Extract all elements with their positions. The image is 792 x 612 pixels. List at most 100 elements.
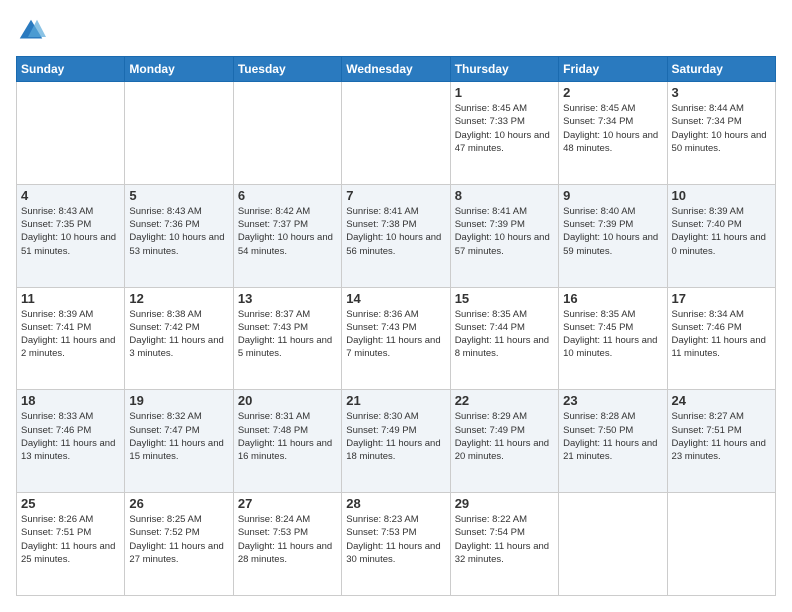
day-number: 2	[563, 85, 662, 100]
weekday-header-friday: Friday	[559, 57, 667, 82]
day-number: 20	[238, 393, 337, 408]
day-info: Sunrise: 8:25 AMSunset: 7:52 PMDaylight:…	[129, 513, 228, 566]
day-number: 15	[455, 291, 554, 306]
day-info: Sunrise: 8:39 AMSunset: 7:40 PMDaylight:…	[672, 205, 771, 258]
day-number: 28	[346, 496, 445, 511]
calendar-table: SundayMondayTuesdayWednesdayThursdayFrid…	[16, 56, 776, 596]
day-number: 27	[238, 496, 337, 511]
day-info: Sunrise: 8:31 AMSunset: 7:48 PMDaylight:…	[238, 410, 337, 463]
day-info: Sunrise: 8:37 AMSunset: 7:43 PMDaylight:…	[238, 308, 337, 361]
day-number: 12	[129, 291, 228, 306]
calendar-cell: 8 Sunrise: 8:41 AMSunset: 7:39 PMDaylight…	[450, 184, 558, 287]
day-info: Sunrise: 8:44 AMSunset: 7:34 PMDaylight:…	[672, 102, 771, 155]
day-number: 29	[455, 496, 554, 511]
day-number: 11	[21, 291, 120, 306]
calendar-cell: 7 Sunrise: 8:41 AMSunset: 7:38 PMDaylight…	[342, 184, 450, 287]
day-number: 14	[346, 291, 445, 306]
day-info: Sunrise: 8:41 AMSunset: 7:39 PMDaylight:…	[455, 205, 554, 258]
calendar-cell: 17Sunrise: 8:34 AMSunset: 7:46 PMDayligh…	[667, 287, 775, 390]
day-info: Sunrise: 8:42 AMSunset: 7:37 PMDaylight:…	[238, 205, 337, 258]
logo	[16, 16, 50, 46]
calendar-cell: 14 Sunrise: 8:36 AMSunset: 7:43 PMDayligh…	[342, 287, 450, 390]
calendar-cell: 16 Sunrise: 8:35 AMSunset: 7:45 PMDayligh…	[559, 287, 667, 390]
calendar-cell: 18Sunrise: 8:33 AMSunset: 7:46 PMDayligh…	[17, 390, 125, 493]
calendar-cell: 21 Sunrise: 8:30 AMSunset: 7:49 PMDayligh…	[342, 390, 450, 493]
calendar-cell	[667, 493, 775, 596]
weekday-header-tuesday: Tuesday	[233, 57, 341, 82]
day-info: Sunrise: 8:27 AMSunset: 7:51 PMDaylight:…	[672, 410, 771, 463]
calendar-cell: 20 Sunrise: 8:31 AMSunset: 7:48 PMDayligh…	[233, 390, 341, 493]
day-info: Sunrise: 8:43 AMSunset: 7:36 PMDaylight:…	[129, 205, 228, 258]
calendar-cell	[342, 82, 450, 185]
day-number: 25	[21, 496, 120, 511]
calendar-week-1: 1Sunrise: 8:45 AMSunset: 7:33 PMDaylight…	[17, 82, 776, 185]
calendar-week-3: 11 Sunrise: 8:39 AMSunset: 7:41 PMDayligh…	[17, 287, 776, 390]
day-number: 23	[563, 393, 662, 408]
calendar-cell: 24Sunrise: 8:27 AMSunset: 7:51 PMDayligh…	[667, 390, 775, 493]
header	[16, 16, 776, 46]
calendar-cell: 4Sunrise: 8:43 AMSunset: 7:35 PMDaylight…	[17, 184, 125, 287]
day-number: 22	[455, 393, 554, 408]
day-info: Sunrise: 8:29 AMSunset: 7:49 PMDaylight:…	[455, 410, 554, 463]
day-info: Sunrise: 8:39 AMSunset: 7:41 PMDaylight:…	[21, 308, 120, 361]
calendar-cell: 12 Sunrise: 8:38 AMSunset: 7:42 PMDayligh…	[125, 287, 233, 390]
logo-icon	[16, 16, 46, 46]
day-info: Sunrise: 8:41 AMSunset: 7:38 PMDaylight:…	[346, 205, 445, 258]
weekday-header-row: SundayMondayTuesdayWednesdayThursdayFrid…	[17, 57, 776, 82]
weekday-header-thursday: Thursday	[450, 57, 558, 82]
calendar-cell: 10 Sunrise: 8:39 AMSunset: 7:40 PMDayligh…	[667, 184, 775, 287]
day-info: Sunrise: 8:30 AMSunset: 7:49 PMDaylight:…	[346, 410, 445, 463]
day-number: 21	[346, 393, 445, 408]
calendar-week-2: 4Sunrise: 8:43 AMSunset: 7:35 PMDaylight…	[17, 184, 776, 287]
weekday-header-wednesday: Wednesday	[342, 57, 450, 82]
day-number: 9	[563, 188, 662, 203]
day-number: 3	[672, 85, 771, 100]
calendar-cell: 9 Sunrise: 8:40 AMSunset: 7:39 PMDaylight…	[559, 184, 667, 287]
day-info: Sunrise: 8:23 AMSunset: 7:53 PMDaylight:…	[346, 513, 445, 566]
day-info: Sunrise: 8:38 AMSunset: 7:42 PMDaylight:…	[129, 308, 228, 361]
day-info: Sunrise: 8:35 AMSunset: 7:45 PMDaylight:…	[563, 308, 662, 361]
day-info: Sunrise: 8:45 AMSunset: 7:34 PMDaylight:…	[563, 102, 662, 155]
day-info: Sunrise: 8:22 AMSunset: 7:54 PMDaylight:…	[455, 513, 554, 566]
calendar-cell	[233, 82, 341, 185]
calendar-week-4: 18Sunrise: 8:33 AMSunset: 7:46 PMDayligh…	[17, 390, 776, 493]
day-number: 7	[346, 188, 445, 203]
day-number: 4	[21, 188, 120, 203]
day-info: Sunrise: 8:34 AMSunset: 7:46 PMDaylight:…	[672, 308, 771, 361]
weekday-header-monday: Monday	[125, 57, 233, 82]
calendar-cell: 1Sunrise: 8:45 AMSunset: 7:33 PMDaylight…	[450, 82, 558, 185]
day-number: 5	[129, 188, 228, 203]
calendar-week-5: 25 Sunrise: 8:26 AMSunset: 7:51 PMDayligh…	[17, 493, 776, 596]
day-number: 18	[21, 393, 120, 408]
day-number: 10	[672, 188, 771, 203]
day-number: 13	[238, 291, 337, 306]
calendar-cell: 19 Sunrise: 8:32 AMSunset: 7:47 PMDayligh…	[125, 390, 233, 493]
calendar-cell: 26 Sunrise: 8:25 AMSunset: 7:52 PMDayligh…	[125, 493, 233, 596]
day-info: Sunrise: 8:40 AMSunset: 7:39 PMDaylight:…	[563, 205, 662, 258]
calendar-cell	[559, 493, 667, 596]
day-info: Sunrise: 8:28 AMSunset: 7:50 PMDaylight:…	[563, 410, 662, 463]
calendar-cell: 23 Sunrise: 8:28 AMSunset: 7:50 PMDayligh…	[559, 390, 667, 493]
day-number: 6	[238, 188, 337, 203]
calendar-cell: 25 Sunrise: 8:26 AMSunset: 7:51 PMDayligh…	[17, 493, 125, 596]
day-info: Sunrise: 8:32 AMSunset: 7:47 PMDaylight:…	[129, 410, 228, 463]
calendar-cell	[125, 82, 233, 185]
day-info: Sunrise: 8:24 AMSunset: 7:53 PMDaylight:…	[238, 513, 337, 566]
day-number: 8	[455, 188, 554, 203]
day-number: 1	[455, 85, 554, 100]
calendar-cell: 22 Sunrise: 8:29 AMSunset: 7:49 PMDayligh…	[450, 390, 558, 493]
weekday-header-saturday: Saturday	[667, 57, 775, 82]
calendar-cell: 15 Sunrise: 8:35 AMSunset: 7:44 PMDayligh…	[450, 287, 558, 390]
calendar-cell	[17, 82, 125, 185]
calendar-cell: 11 Sunrise: 8:39 AMSunset: 7:41 PMDayligh…	[17, 287, 125, 390]
weekday-header-sunday: Sunday	[17, 57, 125, 82]
day-info: Sunrise: 8:36 AMSunset: 7:43 PMDaylight:…	[346, 308, 445, 361]
calendar-cell: 27 Sunrise: 8:24 AMSunset: 7:53 PMDayligh…	[233, 493, 341, 596]
day-info: Sunrise: 8:35 AMSunset: 7:44 PMDaylight:…	[455, 308, 554, 361]
day-info: Sunrise: 8:26 AMSunset: 7:51 PMDaylight:…	[21, 513, 120, 566]
calendar-cell: 13 Sunrise: 8:37 AMSunset: 7:43 PMDayligh…	[233, 287, 341, 390]
day-number: 19	[129, 393, 228, 408]
day-number: 26	[129, 496, 228, 511]
day-number: 16	[563, 291, 662, 306]
calendar-cell: 5 Sunrise: 8:43 AMSunset: 7:36 PMDaylight…	[125, 184, 233, 287]
